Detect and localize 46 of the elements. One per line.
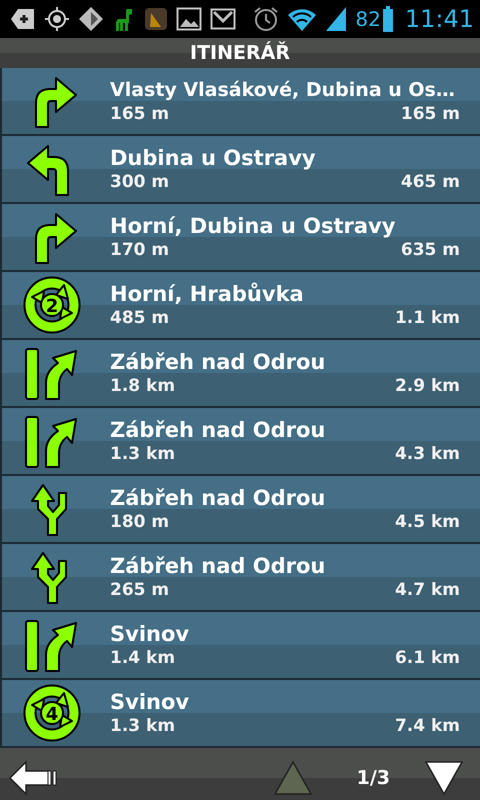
street-name: Zábřeh nad Odrou [110, 417, 326, 443]
street-name: Horní, Hrabůvka [110, 281, 305, 307]
mail-icon [210, 8, 236, 30]
total-distance: 465 m [400, 171, 460, 193]
total-distance: 7.4 km [394, 715, 460, 737]
total-distance: 1.1 km [394, 307, 460, 329]
step-distance: 170 m [110, 239, 170, 261]
step-distance: 1.8 km [110, 375, 176, 397]
street-name: Horní, Dubina u Ostravy [110, 213, 396, 239]
step-distance: 485 m [110, 307, 170, 329]
step-distance: 165 m [110, 103, 170, 125]
roundabout-icon: 4 [22, 683, 82, 743]
total-distance: 4.5 km [394, 511, 460, 533]
page-down-button[interactable] [424, 760, 464, 796]
step-distance: 180 m [110, 511, 170, 533]
step-distance: 1.4 km [110, 647, 176, 669]
total-distance: 165 m [400, 103, 460, 125]
step-distance: 300 m [110, 171, 170, 193]
crosshair-icon [44, 6, 70, 32]
street-name: Zábřeh nad Odrou [110, 485, 326, 511]
diamond-icon [78, 6, 104, 32]
total-distance: 635 m [400, 239, 460, 261]
total-distance: 4.7 km [394, 579, 460, 601]
step-distance: 1.3 km [110, 443, 176, 465]
add-icon [10, 6, 36, 32]
screen-title: ITINERÁŘ [190, 40, 290, 66]
street-name: Zábřeh nad Odrou [110, 349, 326, 375]
total-distance: 4.3 km [394, 443, 460, 465]
page-indicator: 1/3 [356, 766, 390, 791]
battery-level: 82 [355, 6, 381, 33]
alarm-icon [253, 6, 280, 32]
street-name: Svinov [110, 689, 190, 715]
back-button[interactable] [8, 760, 58, 796]
step-distance: 265 m [110, 579, 170, 601]
image-icon [176, 7, 202, 31]
street-name: Svinov [110, 621, 190, 647]
signal-icon [325, 6, 348, 32]
street-name: Zábřeh nad Odrou [110, 553, 326, 579]
street-name: Vlasty Vlasákové, Dubina u Os… [110, 78, 456, 103]
step-distance: 1.3 km [110, 715, 176, 737]
total-distance: 2.9 km [394, 375, 460, 397]
street-name: Dubina u Ostravy [110, 145, 317, 171]
clock: 11:41 [404, 4, 474, 35]
total-distance: 6.1 km [394, 647, 460, 669]
roundabout-icon: 2 [22, 275, 82, 335]
battery-icon [382, 6, 393, 32]
